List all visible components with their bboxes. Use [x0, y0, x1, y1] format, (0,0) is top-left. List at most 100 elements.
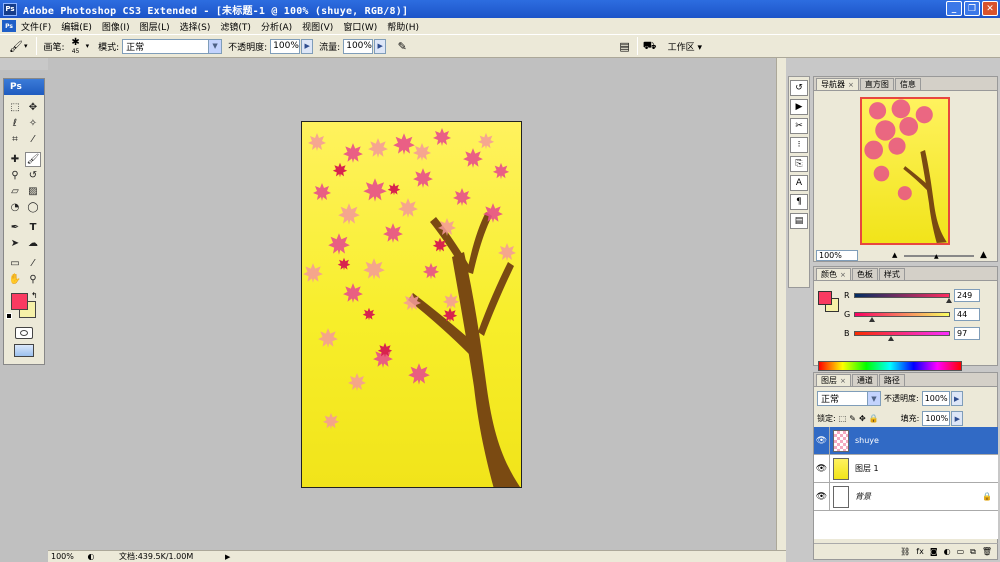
menu-analysis[interactable]: 分析(A) [256, 20, 297, 33]
preset-dropdown-icon[interactable]: ▾ [24, 42, 28, 50]
color-spectrum-bar[interactable] [818, 361, 962, 371]
zoom-out-icon[interactable]: ▲ [892, 251, 897, 259]
close-icon[interactable]: × [840, 271, 846, 279]
eye-icon[interactable]: 👁 [814, 482, 830, 511]
move-tool-icon[interactable]: ✥ [25, 100, 41, 115]
lock-image-icon[interactable]: ✎ [849, 414, 856, 423]
blue-slider-knob[interactable] [888, 336, 895, 341]
document-canvas[interactable] [301, 121, 522, 488]
pen-tool-icon[interactable]: ✒ [7, 220, 23, 235]
app-menu-icon[interactable]: Ps [2, 20, 16, 32]
zoom-slider-knob-icon[interactable]: ▲ [934, 253, 939, 260]
notes-tool-icon[interactable]: ▭ [7, 256, 23, 271]
quick-mask-icon[interactable] [15, 327, 33, 339]
tab-swatches[interactable]: 色板 [851, 268, 878, 280]
layer-row[interactable]: 👁 背景 🔒 [814, 482, 998, 511]
canvas-vertical-scrollbar[interactable] [776, 58, 786, 550]
tab-info[interactable]: 信息 [894, 78, 921, 90]
brush-picker[interactable]: ✱ 45 [68, 37, 84, 55]
tab-channels[interactable]: 通道 [851, 374, 878, 386]
blue-input[interactable]: 97 [954, 327, 980, 340]
brushes-panel-icon[interactable]: ⁝ [790, 137, 808, 153]
fill-input[interactable]: 100% [922, 411, 951, 426]
bridge-icon[interactable]: ⛟ [642, 38, 658, 54]
navigator-preview[interactable] [860, 97, 950, 245]
tab-color[interactable]: 颜色 × [816, 268, 851, 280]
panel-fg-swatch[interactable] [818, 291, 832, 305]
menu-edit[interactable]: 编辑(E) [56, 20, 97, 33]
path-selection-tool-icon[interactable]: ➤ [7, 236, 23, 251]
green-slider-knob[interactable] [868, 317, 875, 322]
tool-presets-icon[interactable]: ✂ [790, 118, 808, 134]
gradient-tool-icon[interactable]: ▨ [25, 184, 41, 199]
layer-row[interactable]: 👁 图层 1 [814, 454, 998, 483]
blue-slider[interactable] [854, 331, 950, 341]
trash-icon[interactable]: 🗑 [982, 547, 992, 556]
tab-histogram[interactable]: 直方图 [859, 78, 894, 90]
status-menu-arrow-icon[interactable]: ▶ [225, 553, 230, 561]
menu-view[interactable]: 视图(V) [297, 20, 338, 33]
close-icon[interactable]: × [848, 81, 854, 89]
layer-opacity-input[interactable]: 100% [921, 391, 950, 406]
status-zoom[interactable]: 100% [51, 552, 85, 561]
close-icon[interactable]: × [840, 377, 846, 385]
minimize-button[interactable]: _ [946, 1, 962, 16]
airbrush-icon[interactable]: ✎ [394, 38, 410, 54]
new-group-icon[interactable]: ▭ [957, 547, 965, 556]
red-slider[interactable] [854, 293, 952, 303]
eyedropper-tool-icon[interactable]: ⁄ [25, 256, 41, 271]
blend-mode-select[interactable]: 正常 ▼ [817, 391, 881, 406]
menu-image[interactable]: 图像(I) [97, 20, 135, 33]
palette-well-icon[interactable]: ▤ [617, 38, 633, 54]
slice-tool-icon[interactable]: ⁄ [25, 132, 41, 147]
tab-layers[interactable]: 图层 × [816, 374, 851, 386]
brush-tool-preset-icon[interactable]: 🖌 [8, 38, 24, 54]
menu-file[interactable]: 文件(F) [16, 20, 56, 33]
mode-select[interactable]: 正常 ▼ [122, 38, 223, 54]
eye-icon[interactable]: 👁 [814, 426, 830, 455]
foreground-color-swatch[interactable] [11, 293, 28, 310]
red-slider-knob[interactable] [945, 298, 952, 303]
status-info-icon[interactable]: ◐ [85, 552, 97, 561]
workspace-menu[interactable]: 工作区 ▾ [668, 40, 702, 53]
menu-select[interactable]: 选择(S) [175, 20, 216, 33]
hand-tool-icon[interactable]: ✋ [7, 272, 23, 287]
menu-window[interactable]: 窗口(W) [338, 20, 382, 33]
shape-tool-icon[interactable]: ☁ [25, 236, 41, 251]
navigator-zoom-input[interactable]: 100% [816, 250, 858, 261]
tab-paths[interactable]: 路径 [878, 374, 905, 386]
dodge-tool-icon[interactable]: ◯ [25, 200, 41, 215]
layer-row[interactable]: 👁 shuye [814, 426, 998, 455]
type-tool-icon[interactable]: T [25, 220, 41, 235]
close-button[interactable]: ✕ [982, 1, 998, 16]
link-layers-icon[interactable]: ⛓ [900, 547, 910, 556]
swap-colors-icon[interactable]: ↰ [31, 291, 38, 300]
magic-wand-tool-icon[interactable]: ✧ [25, 116, 41, 131]
clone-stamp-tool-icon[interactable]: ⚲ [7, 168, 23, 183]
layer-mask-icon[interactable]: ◙ [930, 547, 938, 556]
lasso-tool-icon[interactable]: ℓ [7, 116, 23, 131]
zoom-in-icon[interactable]: ▲ [980, 250, 987, 260]
layer-style-icon[interactable]: fx [916, 547, 924, 556]
clone-source-icon[interactable]: ⎘ [790, 156, 808, 172]
marquee-tool-icon[interactable]: ⬚ [7, 100, 23, 115]
toolbox-grip[interactable] [0, 58, 48, 70]
paragraph-panel-icon[interactable]: ¶ [790, 194, 808, 210]
new-layer-icon[interactable]: ⧉ [970, 547, 976, 557]
green-slider[interactable] [854, 312, 950, 322]
zoom-tool-icon[interactable]: ⚲ [25, 272, 41, 287]
tab-navigator[interactable]: 导航器 × [816, 78, 859, 90]
default-colors-icon[interactable] [6, 313, 12, 319]
flow-input[interactable]: 100% [343, 38, 374, 54]
red-input[interactable]: 249 [954, 289, 980, 302]
character-panel-icon[interactable]: A [790, 175, 808, 191]
blur-tool-icon[interactable]: ◔ [7, 200, 23, 215]
brush-dropdown-icon[interactable]: ▾ [86, 42, 90, 50]
restore-button[interactable]: ❐ [964, 1, 980, 16]
history-brush-tool-icon[interactable]: ↺ [25, 168, 41, 183]
layer-comps-icon[interactable]: ▤ [790, 213, 808, 229]
opacity-slider-button[interactable]: ▶ [301, 38, 314, 54]
healing-brush-tool-icon[interactable]: ✚ [7, 152, 23, 167]
opacity-input[interactable]: 100% [270, 38, 301, 54]
adjustment-layer-icon[interactable]: ◐ [944, 547, 951, 556]
